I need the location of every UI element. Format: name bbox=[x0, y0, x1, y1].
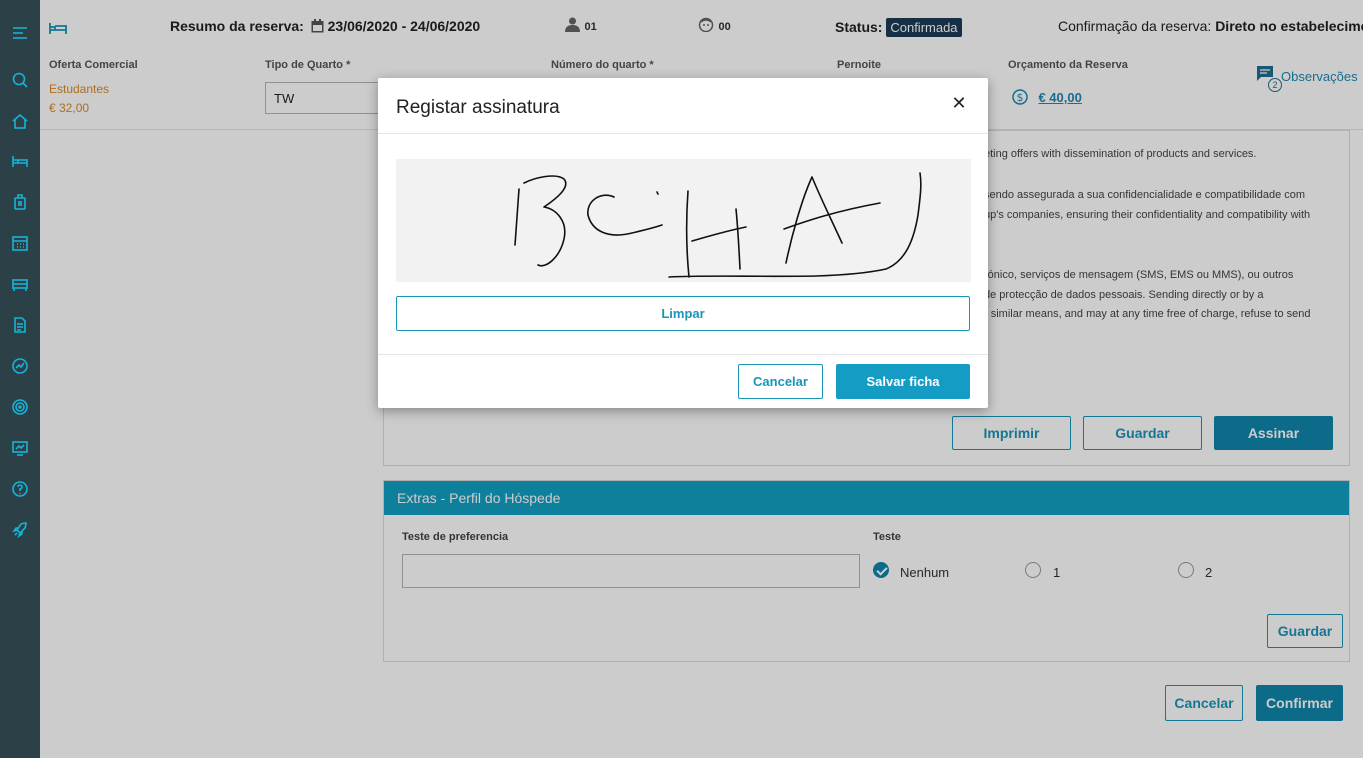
close-icon[interactable]: ✕ bbox=[948, 92, 970, 114]
signature-canvas[interactable] bbox=[396, 159, 971, 282]
report-icon[interactable] bbox=[10, 438, 30, 458]
calendar-icon[interactable] bbox=[10, 233, 30, 253]
document-icon[interactable] bbox=[10, 315, 30, 335]
chart-icon[interactable] bbox=[10, 356, 30, 376]
help-icon[interactable] bbox=[10, 479, 30, 499]
modal-cancel-button[interactable]: Cancelar bbox=[738, 364, 823, 399]
room-icon[interactable] bbox=[10, 274, 30, 294]
modal-divider bbox=[378, 133, 988, 134]
save-form-button[interactable]: Salvar ficha bbox=[836, 364, 970, 399]
modal-title: Registar assinatura bbox=[396, 97, 560, 118]
signature-modal: Registar assinatura ✕ Limpar Cancelar Sa… bbox=[378, 78, 988, 408]
search-icon[interactable] bbox=[10, 70, 30, 90]
menu-icon[interactable] bbox=[10, 23, 30, 43]
target-icon[interactable] bbox=[10, 397, 30, 417]
luggage-icon[interactable] bbox=[10, 192, 30, 212]
signature-stroke bbox=[514, 172, 922, 278]
sidebar bbox=[0, 0, 40, 758]
home-icon[interactable] bbox=[10, 111, 30, 131]
clear-signature-button[interactable]: Limpar bbox=[396, 296, 970, 331]
modal-footer-divider bbox=[378, 354, 988, 355]
bed-icon[interactable] bbox=[10, 151, 30, 171]
rocket-icon[interactable] bbox=[10, 520, 30, 540]
